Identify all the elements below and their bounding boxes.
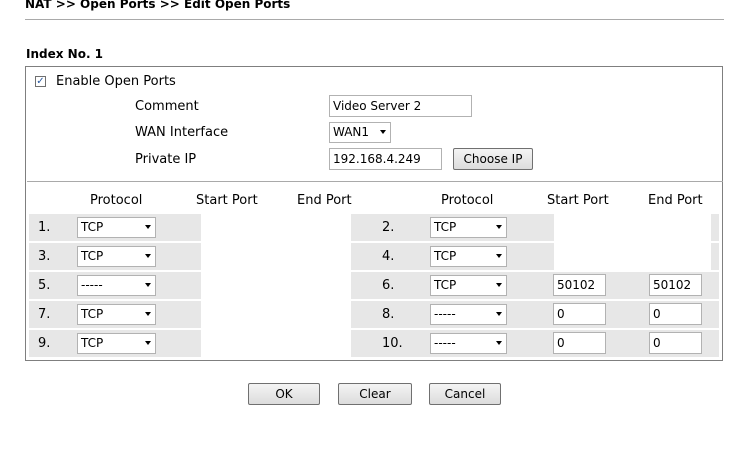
start-port-input[interactable]: 50102: [553, 274, 606, 296]
protocol-header-right: Protocol: [441, 193, 494, 208]
chevron-down-icon: [496, 254, 502, 258]
protocol-value: TCP: [434, 220, 457, 234]
protocol-select[interactable]: TCP: [77, 333, 156, 354]
protocol-value: -----: [434, 336, 456, 350]
chevron-down-icon: [496, 312, 502, 316]
row-number: 1.: [38, 220, 51, 235]
enable-open-ports-checkbox[interactable]: ✓: [35, 76, 46, 87]
row-number: 6.: [382, 278, 395, 293]
protocol-value: TCP: [81, 307, 104, 321]
end-port-input[interactable]: 0: [649, 303, 702, 325]
protocol-select[interactable]: TCP: [430, 246, 507, 267]
start-port-input[interactable]: 0: [553, 332, 606, 354]
chevron-down-icon: [496, 225, 502, 229]
wan-interface-label: WAN Interface: [135, 125, 229, 140]
protocol-select[interactable]: -----: [430, 333, 507, 354]
redacted-port-area: [554, 214, 711, 241]
protocol-value: TCP: [81, 220, 104, 234]
wan-interface-value: WAN1: [333, 125, 370, 139]
private-ip-label: Private IP: [135, 152, 197, 167]
row-number: 4.: [382, 249, 395, 264]
chevron-down-icon: [145, 254, 151, 258]
protocol-select[interactable]: TCP: [430, 275, 507, 296]
protocol-value: TCP: [434, 278, 457, 292]
title-divider: [25, 19, 724, 20]
protocol-value: -----: [81, 278, 103, 292]
protocol-value: TCP: [81, 249, 104, 263]
redacted-port-area: [201, 301, 351, 328]
enable-open-ports-label: Enable Open Ports: [56, 74, 176, 89]
protocol-select[interactable]: TCP: [430, 217, 507, 238]
protocol-value: -----: [434, 307, 456, 321]
row-number: 9.: [38, 336, 51, 351]
cancel-button[interactable]: Cancel: [429, 383, 501, 405]
chevron-down-icon: [145, 225, 151, 229]
row-number: 10.: [382, 336, 403, 351]
section-divider: [27, 181, 723, 182]
protocol-select[interactable]: -----: [430, 304, 507, 325]
start-port-header-right: Start Port: [547, 193, 609, 208]
protocol-select[interactable]: -----: [77, 275, 156, 296]
protocol-value: TCP: [434, 249, 457, 263]
chevron-down-icon: [496, 283, 502, 287]
ok-button[interactable]: OK: [248, 383, 320, 405]
row-number: 7.: [38, 307, 51, 322]
private-ip-input[interactable]: 192.168.4.249: [329, 148, 442, 170]
choose-ip-button[interactable]: Choose IP: [453, 148, 533, 170]
protocol-select[interactable]: TCP: [77, 304, 156, 325]
wan-interface-select[interactable]: WAN1: [329, 122, 391, 143]
end-port-header-right: End Port: [648, 193, 703, 208]
redacted-port-area: [201, 243, 351, 270]
end-port-input[interactable]: 0: [649, 332, 702, 354]
protocol-header-left: Protocol: [90, 193, 143, 208]
start-port-input[interactable]: 0: [553, 303, 606, 325]
protocol-select[interactable]: TCP: [77, 246, 156, 267]
chevron-down-icon: [145, 283, 151, 287]
start-port-header-left: Start Port: [196, 193, 258, 208]
end-port-header-left: End Port: [297, 193, 352, 208]
redacted-port-area: [201, 272, 351, 299]
row-number: 3.: [38, 249, 51, 264]
row-number: 8.: [382, 307, 395, 322]
redacted-port-area: [201, 214, 351, 241]
index-label: Index No. 1: [26, 47, 104, 61]
comment-input[interactable]: Video Server 2: [329, 95, 472, 117]
row-number: 5.: [38, 278, 51, 293]
chevron-down-icon: [145, 312, 151, 316]
protocol-select[interactable]: TCP: [77, 217, 156, 238]
open-ports-panel: ✓ Enable Open Ports Comment Video Server…: [25, 66, 723, 361]
chevron-down-icon: [496, 341, 502, 345]
chevron-down-icon: [145, 341, 151, 345]
redacted-port-area: [201, 330, 351, 357]
end-port-input[interactable]: 50102: [649, 274, 702, 296]
chevron-down-icon: [380, 130, 386, 134]
comment-label: Comment: [135, 99, 199, 114]
breadcrumb: NAT >> Open Ports >> Edit Open Ports: [25, 0, 291, 11]
clear-button[interactable]: Clear: [338, 383, 412, 405]
protocol-value: TCP: [81, 336, 104, 350]
row-number: 2.: [382, 220, 395, 235]
redacted-port-area: [554, 243, 711, 270]
